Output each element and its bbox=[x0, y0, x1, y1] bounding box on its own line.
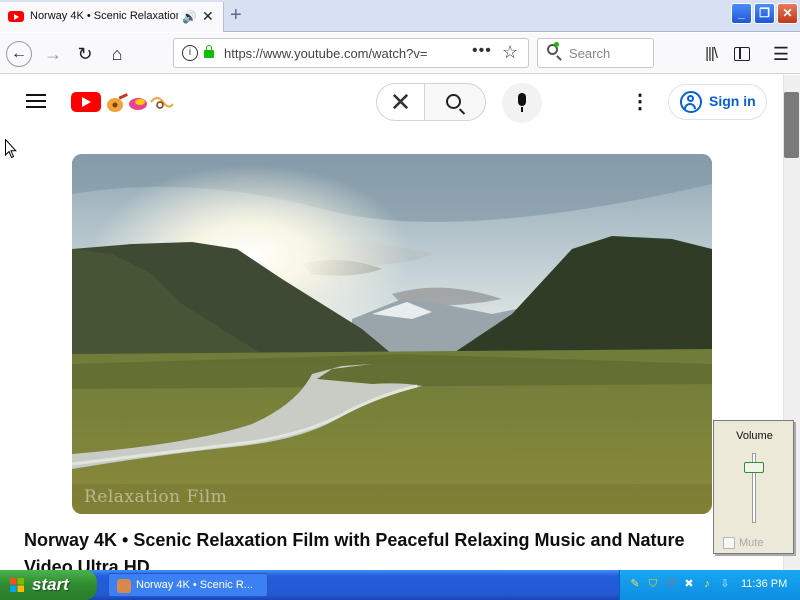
close-window-button[interactable]: ✕ bbox=[777, 3, 798, 24]
navigation-toolbar: ← → ↻ ⌂ i https://www.youtube.com/watch?… bbox=[0, 33, 800, 74]
browser-tab[interactable]: Norway 4K • Scenic Relaxation 🔊 ✕ bbox=[0, 2, 224, 32]
network-icon[interactable]: ✎ bbox=[628, 577, 642, 591]
search-placeholder: Search bbox=[569, 46, 611, 61]
maximize-window-button[interactable]: ❐ bbox=[754, 3, 775, 24]
mute-label: Mute bbox=[739, 537, 764, 549]
sign-in-label: Sign in bbox=[709, 93, 756, 109]
youtube-page: ✕ ⋮ Sign in Relaxation Film Norway 4K • … bbox=[0, 75, 783, 570]
forward-button[interactable]: → bbox=[40, 41, 66, 67]
new-tab-button[interactable]: + bbox=[230, 4, 242, 27]
speaker-icon[interactable]: ♪ bbox=[700, 577, 714, 591]
clock[interactable]: 11:36 PM bbox=[741, 578, 787, 590]
safely-remove-icon[interactable]: ⇩ bbox=[718, 577, 732, 591]
volume-popup: Volume Mute bbox=[713, 420, 794, 554]
start-label: start bbox=[32, 575, 69, 594]
windows-logo-icon bbox=[10, 578, 24, 592]
reload-button[interactable]: ↻ bbox=[72, 41, 98, 67]
search-submit-button[interactable] bbox=[424, 83, 486, 121]
mouse-cursor-icon bbox=[5, 139, 17, 159]
video-frame-landscape bbox=[72, 154, 712, 514]
url-text[interactable]: https://www.youtube.com/watch?v= bbox=[224, 46, 434, 61]
youtube-favicon-icon bbox=[8, 11, 24, 22]
microphone-icon bbox=[518, 93, 526, 112]
clear-search-button[interactable]: ✕ bbox=[376, 83, 424, 121]
voice-search-button[interactable] bbox=[502, 83, 542, 123]
page-info-icon[interactable]: i bbox=[182, 45, 198, 61]
search-icon bbox=[446, 94, 461, 109]
speaker-icon[interactable]: 🔊 bbox=[182, 10, 197, 24]
lock-icon bbox=[204, 45, 214, 58]
video-player[interactable]: Relaxation Film bbox=[72, 154, 712, 514]
tab-close-button[interactable]: ✕ bbox=[202, 8, 214, 25]
bookmark-star-icon[interactable]: ☆ bbox=[502, 42, 518, 63]
volume-slider-thumb[interactable] bbox=[744, 461, 764, 473]
mute-checkbox[interactable] bbox=[723, 537, 735, 549]
page-actions-button[interactable]: ••• bbox=[472, 42, 492, 60]
tab-bar: Norway 4K • Scenic Relaxation 🔊 ✕ + _ ❐ … bbox=[0, 0, 800, 32]
account-icon bbox=[680, 91, 702, 113]
home-button[interactable]: ⌂ bbox=[104, 41, 130, 67]
video-title: Norway 4K • Scenic Relaxation Film with … bbox=[24, 530, 685, 570]
hamburger-menu-button[interactable]: ☰ bbox=[768, 41, 794, 67]
add-search-engine-icon bbox=[554, 42, 559, 47]
library-button[interactable]: |||\ bbox=[698, 41, 724, 67]
address-bar[interactable]: i https://www.youtube.com/watch?v= ••• ☆ bbox=[173, 38, 529, 68]
taskbar-item-label: Norway 4K • Scenic R... bbox=[136, 579, 253, 591]
minimize-window-button[interactable]: _ bbox=[731, 3, 752, 24]
search-box[interactable]: Search bbox=[537, 38, 654, 68]
sign-in-button[interactable]: Sign in bbox=[668, 84, 767, 120]
video-watermark: Relaxation Film bbox=[84, 487, 228, 507]
youtube-doodle-logo[interactable] bbox=[105, 92, 173, 114]
firefox-icon bbox=[117, 579, 131, 593]
youtube-logo[interactable] bbox=[71, 92, 101, 112]
alert-shield-icon[interactable]: ⛉ bbox=[664, 577, 678, 591]
taskbar: start Norway 4K • Scenic R... ✎ ⛉ ⛉ ✖ ♪ … bbox=[0, 570, 800, 600]
back-button[interactable]: ← bbox=[6, 41, 32, 67]
start-button[interactable]: start bbox=[0, 570, 97, 600]
guide-menu-icon[interactable] bbox=[26, 94, 46, 108]
security-shield-icon[interactable]: ⛉ bbox=[646, 577, 660, 591]
scrollbar-thumb[interactable] bbox=[784, 92, 799, 158]
volume-label: Volume bbox=[736, 430, 773, 442]
system-tray: ✎ ⛉ ⛉ ✖ ♪ ⇩ 11:36 PM bbox=[619, 570, 800, 600]
taskbar-item-firefox[interactable]: Norway 4K • Scenic R... bbox=[108, 573, 268, 597]
connection-icon[interactable]: ✖ bbox=[682, 577, 696, 591]
tab-title: Norway 4K • Scenic Relaxation bbox=[30, 10, 178, 22]
sidebar-toggle-icon[interactable] bbox=[728, 41, 754, 67]
more-options-icon[interactable]: ⋮ bbox=[630, 89, 650, 115]
